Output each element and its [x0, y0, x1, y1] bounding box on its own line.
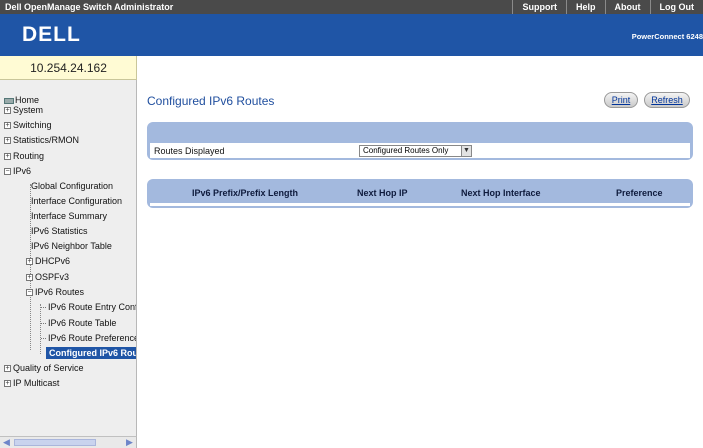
sidebar-horizontal-scrollbar[interactable]: ◀ ▶ [0, 436, 137, 448]
product-name: PowerConnect 6248 [631, 32, 703, 41]
routes-displayed-label: Routes Displayed [154, 146, 225, 156]
expand-icon[interactable]: + [4, 107, 11, 115]
tree-connector [41, 338, 46, 340]
column-header-preference: Preference [616, 188, 663, 198]
expand-icon[interactable]: + [4, 365, 11, 373]
tree-item-configured-ipv6-routes[interactable]: Configured IPv6 Routes [46, 347, 136, 359]
tree-item-ipv6-neighbor-table[interactable]: IPv6 Neighbor Table [31, 240, 112, 252]
routes-filter-row: Routes Displayed Configured Routes Only … [150, 143, 690, 158]
expand-icon[interactable]: + [4, 153, 11, 161]
routes-displayed-value: Configured Routes Only [363, 146, 449, 155]
column-header-next-hop-ip: Next Hop IP [357, 188, 408, 198]
tree-item-ipv6-statistics[interactable]: IPv6 Statistics [31, 225, 88, 237]
routes-displayed-select[interactable]: Configured Routes Only ▼ [359, 145, 472, 157]
logout-link[interactable]: Log Out [649, 0, 703, 14]
scroll-left-icon[interactable]: ◀ [1, 438, 12, 447]
about-link[interactable]: About [604, 0, 650, 14]
tree-item-quality-of-service[interactable]: + Quality of Service [4, 362, 84, 374]
expand-icon[interactable]: + [4, 122, 11, 130]
table-body [150, 203, 690, 206]
tree-connector [41, 323, 46, 325]
tree-item-ipv6-routes[interactable]: − IPv6 Routes [26, 286, 84, 298]
header-banner: DELL PowerConnect 6248 [0, 14, 703, 56]
help-link[interactable]: Help [565, 0, 605, 14]
home-icon [4, 97, 14, 104]
top-links: Support Help About Log Out [512, 0, 703, 14]
tree-item-global-configuration[interactable]: Global Configuration [31, 180, 113, 192]
collapse-icon[interactable]: − [4, 168, 11, 176]
tree-item-ipv6-route-preference[interactable]: IPv6 Route Preference [41, 332, 136, 344]
ip-address: 10.254.24.162 [30, 61, 107, 75]
routes-table: IPv6 Prefix/Prefix Length Next Hop IP Ne… [147, 179, 693, 208]
tree-guide-ipv6 [30, 184, 31, 350]
page-title: Configured IPv6 Routes [147, 94, 275, 108]
column-header-prefix: IPv6 Prefix/Prefix Length [192, 188, 299, 198]
scroll-thumb[interactable] [14, 439, 96, 446]
tree-item-ip-multicast[interactable]: + IP Multicast [4, 377, 59, 389]
top-bar: Dell OpenManage Switch Administrator Sup… [0, 0, 703, 14]
tree-item-dhcpv6[interactable]: + DHCPv6 [26, 255, 70, 267]
tree-item-ipv6[interactable]: − IPv6 [4, 165, 31, 177]
expand-icon[interactable]: + [4, 137, 11, 145]
tree-item-statistics-rmon[interactable]: + Statistics/RMON [4, 134, 79, 146]
expand-icon[interactable]: + [4, 380, 11, 388]
tree-item-ipv6-route-entry-configuration[interactable]: IPv6 Route Entry Configuration [41, 301, 136, 313]
tree-item-system[interactable]: + System [4, 104, 43, 116]
expand-icon[interactable]: + [26, 274, 33, 282]
tree-item-switching[interactable]: + Switching [4, 119, 52, 131]
ip-address-bar: 10.254.24.162 [0, 56, 137, 80]
tree-item-ipv6-route-table[interactable]: IPv6 Route Table [41, 317, 116, 329]
column-header-next-hop-interface: Next Hop Interface [461, 188, 541, 198]
routes-filter-panel: Routes Displayed Configured Routes Only … [147, 122, 693, 160]
app-title: Dell OpenManage Switch Administrator [5, 2, 174, 12]
tree-item-interface-configuration[interactable]: Interface Configuration [31, 195, 122, 207]
collapse-icon[interactable]: − [26, 289, 33, 297]
tree-connector [41, 307, 46, 309]
tree-item-routing[interactable]: + Routing [4, 150, 44, 162]
expand-icon[interactable]: + [26, 258, 33, 266]
dell-logo: DELL [22, 23, 81, 46]
chevron-down-icon[interactable]: ▼ [461, 146, 471, 156]
navigation-tree: Home + System + Switching + Statistics/RMON… [0, 80, 137, 436]
print-button[interactable]: Print [604, 92, 638, 108]
tree-item-ospfv3[interactable]: + OSPFv3 [26, 271, 69, 283]
scroll-right-icon[interactable]: ▶ [124, 438, 135, 447]
support-link[interactable]: Support [512, 0, 566, 14]
refresh-button[interactable]: Refresh [644, 92, 690, 108]
tree-item-interface-summary[interactable]: Interface Summary [31, 210, 107, 222]
